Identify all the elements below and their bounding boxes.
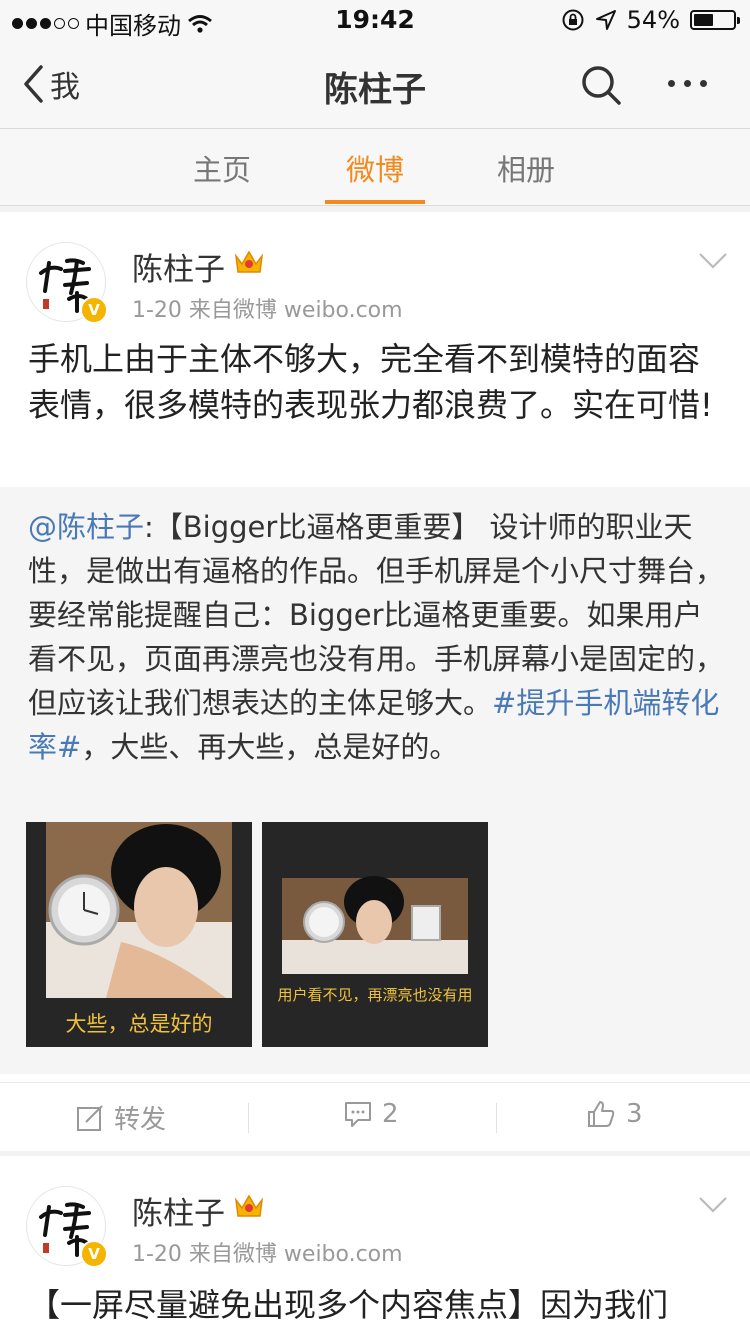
status-right: 54% [561, 6, 740, 34]
page-title: 陈柱子 [324, 70, 426, 110]
repost-label: 转发 [114, 1105, 167, 1135]
orientation-lock-icon [562, 9, 584, 31]
status-bar: 中国移动 19:42 54% [0, 0, 750, 40]
post-username[interactable]: 陈柱子 [132, 1188, 225, 1233]
comment-button[interactable]: 2 [344, 1099, 399, 1129]
tab-album[interactable]: 相册 [476, 147, 576, 189]
tab-active-indicator [325, 200, 425, 204]
like-count: 3 [626, 1099, 643, 1129]
post-meta: 1-20 来自微博 weibo.com [132, 298, 403, 323]
post-actions: 转发 2 3 [0, 1082, 750, 1151]
post-card[interactable]: V 陈柱子 1-20 来自微博 weibo.com 【一屏尽量避免出现多个内容焦… [0, 1156, 750, 1334]
image-caption: 用户看不见，再漂亮也没有用 [277, 986, 473, 1004]
photo-model-watch-small [282, 876, 468, 974]
image-caption: 大些，总是好的 [65, 1012, 213, 1036]
chevron-down-icon[interactable] [698, 252, 728, 270]
divider [248, 1103, 249, 1133]
post-text: 手机上由于主体不够大，完全看不到模特的面容表情，很多模特的表现张力都浪费了。实在… [28, 340, 713, 424]
divider [496, 1103, 497, 1133]
like-button[interactable]: 3 [586, 1099, 643, 1129]
verified-badge-icon: V [80, 296, 108, 324]
retweet-image[interactable]: 用户看不见，再漂亮也没有用 [262, 822, 488, 1047]
comment-icon [345, 1102, 371, 1127]
more-icon[interactable] [668, 80, 707, 87]
post-text: 【一屏尽量避免出现多个内容焦点】因为我们 [28, 1286, 669, 1324]
comment-count: 2 [382, 1099, 399, 1129]
chevron-down-icon[interactable] [698, 1196, 728, 1214]
repost-button[interactable]: 转发 [76, 1099, 166, 1136]
post-username[interactable]: 陈柱子 [132, 244, 225, 289]
retweet-image[interactable]: 大些，总是好的 [26, 822, 252, 1047]
tab-weibo[interactable]: 微博 [325, 147, 425, 189]
search-icon[interactable] [580, 64, 622, 106]
location-icon [595, 10, 616, 30]
post-card[interactable]: V 陈柱子 1-20 来自微博 weibo.com 手机上由于主体不够大，完全看… [0, 212, 750, 1151]
crown-vip-icon [234, 1194, 264, 1217]
navigation-bar: 我 陈柱子 [0, 40, 750, 129]
battery-percent: 54% [626, 6, 680, 34]
tab-home[interactable]: 主页 [172, 147, 272, 189]
repost-icon [77, 1104, 103, 1131]
post-meta: 1-20 来自微博 weibo.com [132, 1242, 403, 1267]
retweet-text: @陈柱子:【Bigger比逼格更重要】 设计师的职业天性，是做出有逼格的作品。但… [28, 505, 728, 769]
verified-badge-icon: V [80, 1240, 108, 1268]
mention-link[interactable]: @陈柱子 [28, 510, 144, 544]
battery-icon [690, 10, 740, 30]
retweeted-post[interactable]: @陈柱子:【Bigger比逼格更重要】 设计师的职业天性，是做出有逼格的作品。但… [0, 487, 750, 1074]
thumbs-up-icon [588, 1101, 615, 1127]
crown-vip-icon [234, 250, 264, 273]
profile-tabs: 主页 微博 相册 [0, 129, 750, 206]
retweet-body-end: ，大些、再大些，总是好的。 [81, 730, 459, 764]
